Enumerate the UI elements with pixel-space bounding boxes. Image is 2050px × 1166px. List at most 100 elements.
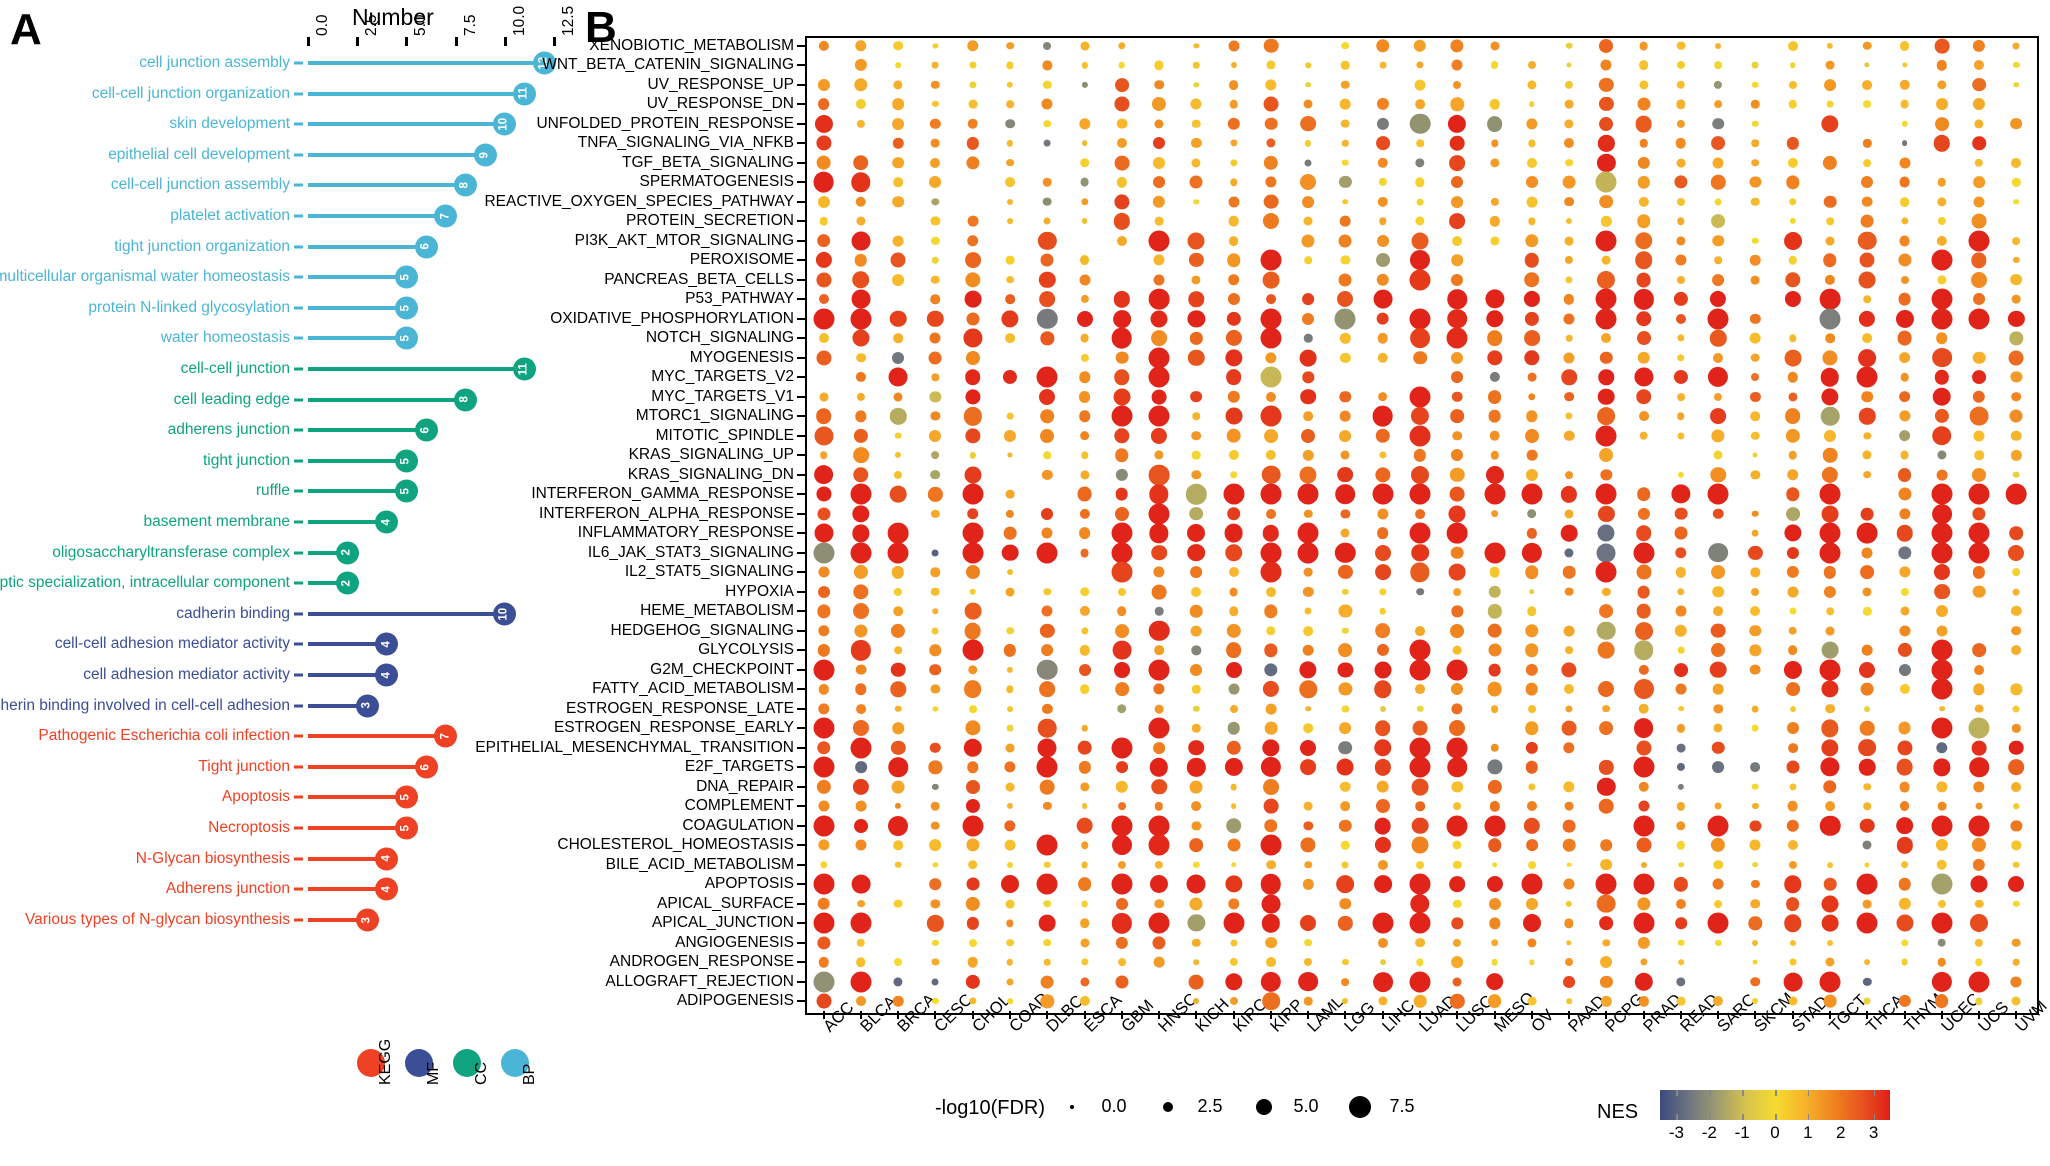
dot-marker[interactable] xyxy=(1707,308,1729,330)
dot-marker[interactable] xyxy=(1337,758,1354,776)
dot-marker[interactable] xyxy=(965,779,980,794)
dot-marker[interactable] xyxy=(1825,703,1835,714)
dot-marker[interactable] xyxy=(1007,218,1013,225)
dot-marker[interactable] xyxy=(1638,60,1649,71)
dot-marker[interactable] xyxy=(1081,803,1088,810)
dot-marker[interactable] xyxy=(1451,254,1464,267)
dot-marker[interactable] xyxy=(1043,958,1051,966)
dot-marker[interactable] xyxy=(1116,235,1127,246)
dot-marker[interactable] xyxy=(2012,42,2020,50)
dot-marker[interactable] xyxy=(1636,487,1651,502)
dot-marker[interactable] xyxy=(1599,916,1614,931)
dot-marker[interactable] xyxy=(1304,159,1312,167)
dot-marker[interactable] xyxy=(1379,959,1386,966)
dot-marker[interactable] xyxy=(1111,737,1133,759)
dot-marker[interactable] xyxy=(1526,508,1537,519)
lollipop-value-bubble[interactable]: 4 xyxy=(375,663,399,687)
dot-marker[interactable] xyxy=(1340,801,1351,812)
dot-marker[interactable] xyxy=(1225,369,1242,386)
dot-marker[interactable] xyxy=(1856,912,1878,934)
dot-marker[interactable] xyxy=(1752,61,1759,69)
dot-marker[interactable] xyxy=(1562,565,1576,579)
dot-marker[interactable] xyxy=(1006,41,1014,50)
dot-marker[interactable] xyxy=(930,294,941,305)
dot-marker[interactable] xyxy=(1785,682,1800,697)
dot-marker[interactable] xyxy=(1487,838,1502,853)
dot-marker[interactable] xyxy=(1227,273,1240,286)
dot-marker[interactable] xyxy=(1752,705,1759,713)
dot-marker[interactable] xyxy=(1261,894,1281,914)
dot-marker[interactable] xyxy=(1858,738,1877,757)
dot-marker[interactable] xyxy=(1597,621,1616,641)
dot-marker[interactable] xyxy=(1379,61,1387,69)
dot-marker[interactable] xyxy=(1452,977,1462,987)
dot-marker[interactable] xyxy=(892,98,904,111)
dot-marker[interactable] xyxy=(1968,308,1990,330)
dot-marker[interactable] xyxy=(1079,684,1090,695)
dot-marker[interactable] xyxy=(1564,391,1574,402)
dot-marker[interactable] xyxy=(893,333,903,344)
dot-marker[interactable] xyxy=(1334,308,1356,330)
dot-marker[interactable] xyxy=(1374,720,1391,737)
dot-marker[interactable] xyxy=(1265,703,1277,715)
dot-marker[interactable] xyxy=(1005,489,1015,499)
dot-marker[interactable] xyxy=(1524,428,1539,443)
dot-marker[interactable] xyxy=(1042,197,1052,207)
dot-marker[interactable] xyxy=(1750,976,1761,987)
dot-marker[interactable] xyxy=(1900,860,1909,869)
dot-marker[interactable] xyxy=(854,253,868,267)
dot-marker[interactable] xyxy=(1260,834,1282,856)
dot-marker[interactable] xyxy=(1042,177,1052,187)
dot-marker[interactable] xyxy=(1971,213,1987,229)
dot-marker[interactable] xyxy=(1823,877,1837,891)
dot-marker[interactable] xyxy=(1565,158,1573,167)
dot-marker[interactable] xyxy=(1415,508,1425,519)
dot-marker[interactable] xyxy=(1414,79,1426,91)
dot-marker[interactable] xyxy=(968,704,977,713)
dot-marker[interactable] xyxy=(1712,117,1724,130)
dot-marker[interactable] xyxy=(1864,705,1871,712)
dot-marker[interactable] xyxy=(1636,740,1652,756)
dot-marker[interactable] xyxy=(1752,998,1759,1005)
dot-marker[interactable] xyxy=(1564,509,1574,519)
dot-marker[interactable] xyxy=(1490,704,1499,713)
dot-marker[interactable] xyxy=(1007,998,1013,1005)
dot-marker[interactable] xyxy=(1562,819,1576,833)
lollipop-row[interactable]: basement membrane 4 xyxy=(0,507,570,537)
dot-marker[interactable] xyxy=(1263,96,1279,112)
dot-marker[interactable] xyxy=(1379,607,1387,615)
dot-marker[interactable] xyxy=(1263,194,1279,210)
dot-marker[interactable] xyxy=(1595,425,1617,447)
dot-marker[interactable] xyxy=(1826,607,1834,616)
lollipop-value-bubble[interactable]: 5 xyxy=(394,785,418,809)
dot-marker[interactable] xyxy=(1340,98,1351,110)
dot-marker[interactable] xyxy=(1449,876,1466,893)
dot-marker[interactable] xyxy=(1301,234,1315,248)
dot-marker[interactable] xyxy=(1111,561,1133,583)
dot-marker[interactable] xyxy=(1001,544,1019,562)
dot-marker[interactable] xyxy=(856,957,866,968)
dot-marker[interactable] xyxy=(1111,835,1132,856)
dot-marker[interactable] xyxy=(966,312,980,326)
dot-marker[interactable] xyxy=(930,742,941,754)
dot-marker[interactable] xyxy=(1595,230,1617,252)
dot-marker[interactable] xyxy=(1413,994,1427,1008)
dot-marker[interactable] xyxy=(1041,527,1053,539)
dot-marker[interactable] xyxy=(1712,273,1725,286)
lollipop-row[interactable]: cell adhesion mediator activity 4 xyxy=(0,660,570,690)
dot-marker[interactable] xyxy=(1858,348,1877,367)
dot-marker[interactable] xyxy=(856,938,866,948)
dot-marker[interactable] xyxy=(1303,801,1313,811)
dot-marker[interactable] xyxy=(1597,407,1616,426)
dot-marker[interactable] xyxy=(1303,411,1314,422)
dot-marker[interactable] xyxy=(1637,97,1651,111)
dot-marker[interactable] xyxy=(1376,273,1389,287)
dot-marker[interactable] xyxy=(1752,510,1759,518)
lollipop-row[interactable]: water homeostasis 5 xyxy=(0,323,570,353)
dot-marker[interactable] xyxy=(1409,639,1431,661)
dot-marker[interactable] xyxy=(962,542,984,564)
dot-marker[interactable] xyxy=(893,840,903,851)
dot-marker[interactable] xyxy=(1789,607,1797,615)
lollipop-row[interactable]: tight junction 5 xyxy=(0,446,570,476)
dot-marker[interactable] xyxy=(1036,542,1058,564)
